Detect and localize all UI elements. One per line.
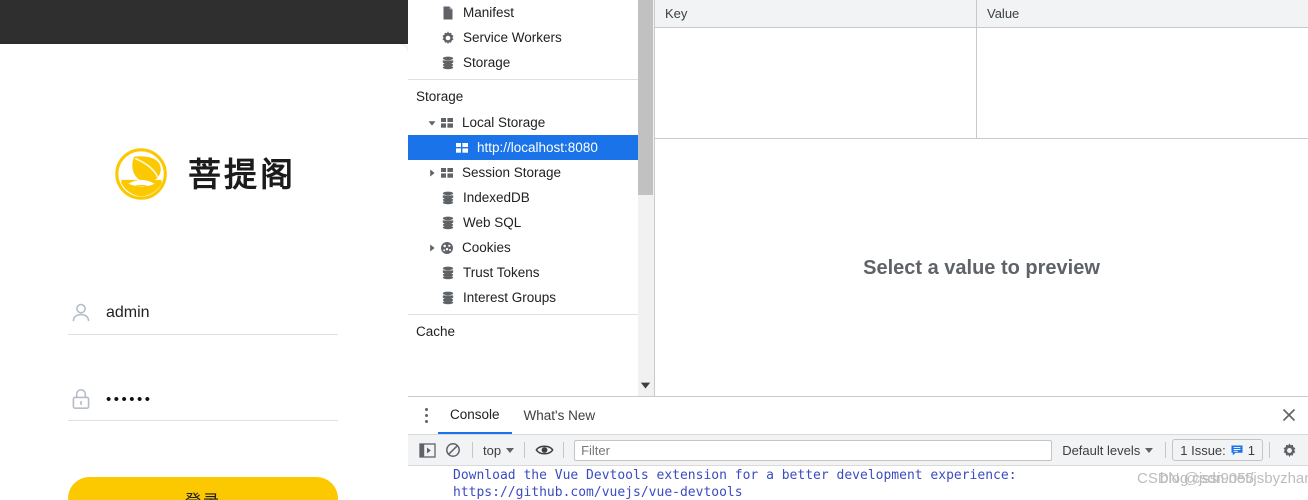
sidebar-item-indexeddb[interactable]: IndexedDB xyxy=(408,185,638,210)
sidebar-section-cache-title: Cache xyxy=(416,323,456,339)
table-grid-icon xyxy=(441,117,453,128)
sidebar-item-session-storage[interactable]: Session Storage xyxy=(408,160,638,185)
issue-chip-icon xyxy=(1231,445,1243,455)
username-field[interactable]: admin xyxy=(68,292,338,335)
sidebar-scrollbar[interactable] xyxy=(638,0,655,396)
console-message-line-1: Download the Vue Devtools extension for … xyxy=(453,468,1017,483)
console-context-selector[interactable]: top xyxy=(479,443,518,458)
value-preview-panel: Select a value to preview xyxy=(655,139,1308,397)
sidebar-divider xyxy=(408,79,638,80)
page-dark-header xyxy=(0,0,408,44)
issues-count: 1 xyxy=(1247,442,1255,458)
console-filter-input[interactable] xyxy=(574,439,1053,461)
sidebar-divider xyxy=(408,314,638,315)
kebab-menu-icon[interactable] xyxy=(414,408,438,423)
login-button[interactable]: 登录 xyxy=(68,477,338,500)
console-message-row[interactable]: Download the Vue Devtools extension for … xyxy=(453,467,1017,500)
sidebar-item-label: http://localhost:8080 xyxy=(477,140,598,155)
sidebar-item-label: Cookies xyxy=(462,240,511,255)
sidebar-scrollbar-thumb[interactable] xyxy=(638,0,653,195)
database-icon xyxy=(442,266,454,279)
sidebar-item-storage[interactable]: Storage xyxy=(408,50,638,75)
sidebar-item-manifest[interactable]: Manifest xyxy=(408,0,638,25)
tab-whats-new[interactable]: What's New xyxy=(512,398,608,434)
devtools-panel: Manifest Service Workers Storage Storage… xyxy=(408,0,1308,500)
toolbar-separator xyxy=(524,442,526,458)
close-icon[interactable] xyxy=(1280,406,1298,424)
sidebar-item-local-storage[interactable]: Local Storage xyxy=(408,110,638,135)
storage-table-body-empty[interactable] xyxy=(655,28,1308,139)
lock-icon xyxy=(72,388,90,410)
database-icon xyxy=(442,216,454,229)
table-grid-icon xyxy=(456,142,468,153)
sidebar-item-label: Session Storage xyxy=(462,165,562,180)
chevron-down-icon[interactable] xyxy=(426,117,438,129)
application-sidebar-tree[interactable]: Manifest Service Workers Storage Storage… xyxy=(408,0,639,396)
clear-console-icon[interactable] xyxy=(440,438,466,462)
column-header-key[interactable]: Key xyxy=(655,0,977,27)
sidebar-item-label: Trust Tokens xyxy=(463,265,540,280)
watermark-text: blog.csdn.net/jsbyzhang xyxy=(1160,470,1308,487)
column-header-value[interactable]: Value xyxy=(977,0,1308,27)
sidebar-item-label: IndexedDB xyxy=(463,190,530,205)
console-message-line-2[interactable]: https://github.com/vuejs/vue-devtools xyxy=(453,484,1017,500)
drawer-tabbar: Console What's New xyxy=(408,397,1308,435)
chevron-right-icon[interactable] xyxy=(426,242,438,254)
cookie-icon xyxy=(441,241,453,254)
issues-badge-button[interactable]: 1 Issue: 1 xyxy=(1172,439,1263,461)
sidebar-item-trust-tokens[interactable]: Trust Tokens xyxy=(408,260,638,285)
storage-table-panel: Key Value Select a value to preview xyxy=(655,0,1308,396)
login-card: 菩提阁 admin •••••• 登录 xyxy=(0,44,408,500)
show-console-sidebar-icon[interactable] xyxy=(414,438,440,462)
console-settings-gear-icon[interactable] xyxy=(1276,438,1302,462)
console-context-value: top xyxy=(483,442,502,458)
sidebar-item-service-workers[interactable]: Service Workers xyxy=(408,25,638,50)
value-column-area[interactable] xyxy=(977,28,1308,138)
username-value: admin xyxy=(106,304,150,321)
console-log-levels-value: Default levels xyxy=(1062,442,1141,458)
password-field[interactable]: •••••• xyxy=(68,378,338,421)
brand-block: 菩提阁 xyxy=(0,139,408,209)
sidebar-item-label: Storage xyxy=(463,55,511,70)
toolbar-separator xyxy=(1269,442,1270,458)
toolbar-separator xyxy=(1165,442,1167,458)
sidebar-item-interest-groups[interactable]: Interest Groups xyxy=(408,285,638,310)
sidebar-item-localhost-origin[interactable]: http://localhost:8080 xyxy=(408,135,638,160)
sidebar-item-label: Web SQL xyxy=(463,215,522,230)
issues-label: 1 Issue: xyxy=(1180,442,1226,458)
table-grid-icon xyxy=(441,167,453,178)
browser-viewport-login-page: 菩提阁 admin •••••• 登录 xyxy=(0,0,408,500)
toolbar-separator xyxy=(472,442,473,458)
sidebar-item-label: Service Workers xyxy=(463,30,562,45)
live-expression-icon[interactable] xyxy=(531,438,557,462)
chevron-down-icon xyxy=(1145,447,1154,453)
sidebar-item-label: Interest Groups xyxy=(463,290,557,305)
key-column-area[interactable] xyxy=(655,28,977,138)
user-icon xyxy=(72,303,90,322)
brand-title: 菩提阁 xyxy=(188,154,296,194)
tab-console[interactable]: Console xyxy=(438,398,512,434)
database-icon xyxy=(442,291,454,304)
chevron-down-icon xyxy=(506,447,515,453)
toolbar-separator xyxy=(563,442,565,458)
database-icon xyxy=(442,56,454,69)
password-value: •••••• xyxy=(106,390,153,408)
bodhi-leaf-bowl-logo-icon xyxy=(115,148,167,200)
screenshot-root: 菩提阁 admin •••••• 登录 Manifest Service Wor… xyxy=(0,0,1308,500)
sidebar-item-cookies[interactable]: Cookies xyxy=(408,235,638,260)
preview-empty-message: Select a value to preview xyxy=(863,256,1100,279)
document-icon xyxy=(443,6,453,19)
sidebar-item-web-sql[interactable]: Web SQL xyxy=(408,210,638,235)
scroll-down-arrow-icon[interactable] xyxy=(638,378,653,392)
storage-table-header: Key Value xyxy=(655,0,1308,28)
sidebar-item-label: Local Storage xyxy=(462,115,546,130)
chevron-right-icon[interactable] xyxy=(426,167,438,179)
sidebar-section-storage-title: Storage xyxy=(416,88,464,104)
console-toolbar: top Default levels 1 xyxy=(408,435,1308,466)
gear-icon xyxy=(442,30,454,44)
sidebar-item-label: Manifest xyxy=(463,5,515,20)
console-log-levels-selector[interactable]: Default levels xyxy=(1056,443,1159,458)
database-icon xyxy=(442,191,454,204)
